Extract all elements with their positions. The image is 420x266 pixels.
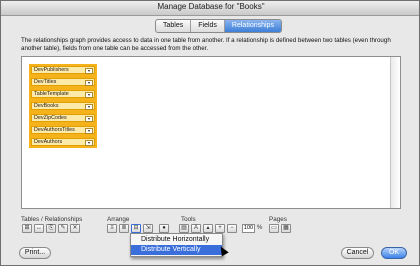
window-title: Manage Database for "Books" (157, 2, 265, 11)
cancel-button[interactable]: Cancel (341, 247, 374, 259)
add-table-button[interactable]: ⊞ (22, 224, 32, 233)
table-name: DevAuthorsTitles (34, 127, 75, 133)
zoom-unit: % (257, 225, 263, 231)
description-text: The relationships graph provides access … (21, 37, 391, 52)
menu-item-distribute-vertically[interactable]: Distribute Vertically (131, 245, 222, 255)
table-name: DevAuthors (34, 139, 63, 145)
note-icon[interactable]: ▤ (179, 224, 189, 233)
pages-label: Pages (269, 216, 287, 223)
print-button[interactable]: Print... (19, 247, 51, 259)
relationships-graph[interactable]: DevPublishers ▾ DevTitles ▾ TableTemplat… (21, 56, 401, 209)
tab-fields[interactable]: Fields (191, 20, 225, 32)
collapse-arrow-icon[interactable]: ▾ (85, 104, 93, 110)
arrange-menu: Distribute Horizontally Distribute Verti… (130, 233, 223, 257)
collapse-arrow-icon[interactable]: ▾ (85, 68, 93, 74)
table-occurrence[interactable]: DevBooks ▾ (31, 102, 95, 110)
table-name: DevPublishers (34, 67, 69, 73)
collapse-arrow-icon[interactable]: ▾ (85, 80, 93, 86)
table-occurrence[interactable]: TableTemplate ▾ (31, 90, 95, 98)
title-bar[interactable]: Manage Database for "Books" (1, 1, 419, 16)
tab-tables[interactable]: Tables (156, 20, 192, 32)
align-left-icon[interactable]: ≡ (107, 224, 117, 233)
menu-item-distribute-horizontally[interactable]: Distribute Horizontally (131, 235, 222, 245)
duplicate-button[interactable]: ⎘ (46, 224, 56, 233)
table-occurrence[interactable]: DevZipCodes ▾ (31, 114, 95, 122)
collapse-arrow-icon[interactable]: ▾ (85, 92, 93, 98)
collapse-arrow-icon[interactable]: ▾ (85, 128, 93, 134)
table-occurrence[interactable]: DevAuthorsTitles ▾ (31, 126, 95, 134)
resize-icon[interactable]: ⇲ (143, 224, 153, 233)
table-name: TableTemplate (34, 91, 69, 97)
table-name: DevZipCodes (34, 115, 67, 121)
add-relationship-button[interactable]: ↔ (34, 224, 44, 233)
delete-button[interactable]: ✕ (70, 224, 80, 233)
table-name: DevTitles (34, 79, 57, 85)
page-setup-icon[interactable]: ▭ (269, 224, 279, 233)
distribute-icon[interactable]: ⊟ (131, 224, 141, 233)
color-icon[interactable]: ● (159, 224, 169, 233)
collapse-arrow-icon[interactable]: ▾ (85, 140, 93, 146)
collapse-arrow-icon[interactable]: ▾ (85, 116, 93, 122)
page-breaks-icon[interactable]: ▦ (281, 224, 291, 233)
arrange-label: Arrange (107, 216, 130, 223)
zoom-out-icon[interactable]: − (227, 224, 237, 233)
tables-relationships-label: Tables / Relationships (21, 216, 83, 223)
table-occurrence[interactable]: DevTitles ▾ (31, 78, 95, 86)
tab-relationships[interactable]: Relationships (224, 20, 281, 32)
table-occurrence[interactable]: DevAuthors ▾ (31, 138, 95, 146)
zoom-in-icon[interactable]: + (215, 224, 225, 233)
edit-button[interactable]: ✎ (58, 224, 68, 233)
vertical-scrollbar[interactable] (390, 57, 400, 208)
text-icon[interactable]: A (191, 224, 201, 233)
tab-bar: Tables Fields Relationships (155, 19, 282, 33)
table-name: DevBooks (34, 103, 59, 109)
align-center-icon[interactable]: ≣ (119, 224, 129, 233)
zoom-field[interactable]: 100 (242, 224, 255, 233)
table-occurrence[interactable]: DevPublishers ▾ (31, 66, 95, 74)
ok-button[interactable]: OK (381, 247, 407, 259)
tools-label: Tools (181, 216, 196, 223)
manage-database-dialog: Manage Database for "Books" Tables Field… (0, 0, 420, 266)
collapse-icon[interactable]: ▴ (203, 224, 213, 233)
